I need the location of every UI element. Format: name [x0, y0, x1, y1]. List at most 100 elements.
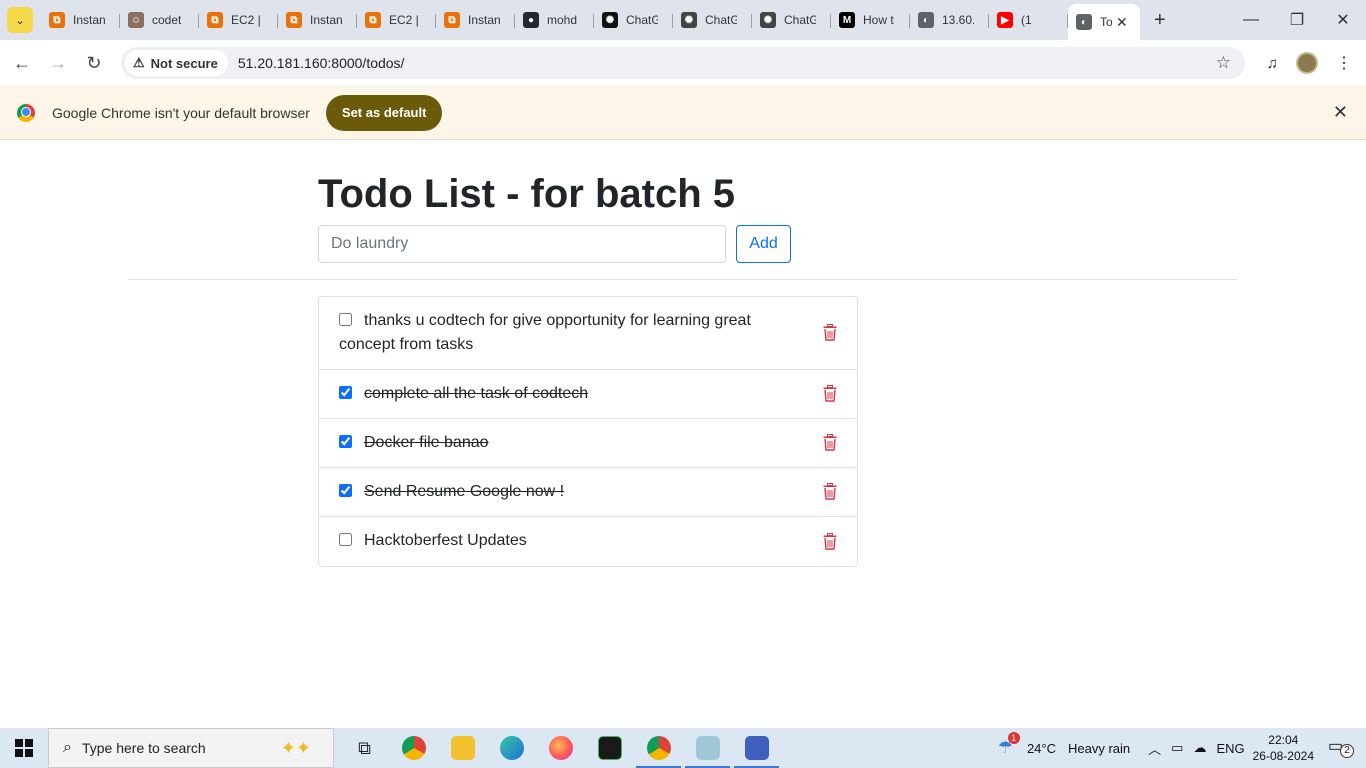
taskbar-chrome[interactable] — [389, 728, 438, 768]
browser-tab[interactable]: ● mohd — [515, 4, 594, 36]
battery-icon[interactable]: ▭ — [1171, 740, 1183, 756]
cloud-icon[interactable]: ☁ — [1193, 740, 1206, 756]
not-secure-label: Not secure — [150, 55, 218, 71]
media-control-icon[interactable]: ♫ — [1267, 55, 1278, 72]
tab-title: mohd — [547, 13, 578, 27]
not-secure-chip[interactable]: ⚠ Not secure — [125, 50, 228, 76]
todo-text: Docker file banao — [364, 434, 489, 451]
new-tab-button[interactable]: + — [1154, 9, 1166, 32]
tab-favicon-icon: ⧉ — [444, 12, 460, 28]
default-browser-infobar: Google Chrome isn't your default browser… — [0, 86, 1366, 140]
browser-tab[interactable]: ⧉ EC2 | — [199, 4, 278, 36]
notifications-button[interactable]: ▭ 2 — [1328, 736, 1354, 760]
taskbar-firefox[interactable] — [536, 728, 585, 768]
tab-favicon-icon: ⧉ — [207, 12, 223, 28]
forward-button[interactable]: → — [40, 53, 76, 74]
weather-badge: 1 — [1007, 732, 1020, 744]
language-indicator[interactable]: ENG — [1216, 741, 1244, 756]
todo-item: thanks u codtech for give opportunity fo… — [319, 297, 857, 370]
weather-widget[interactable]: ☂ 1 24°C Heavy rain — [998, 732, 1131, 758]
taskbar-xii[interactable] — [585, 728, 634, 768]
todo-item: Hacktoberfest Updates — [319, 517, 857, 566]
browser-tab[interactable]: ⧉ Instan — [436, 4, 515, 36]
todo-list: thanks u codtech for give opportunity fo… — [318, 296, 858, 567]
warning-icon: ⚠ — [133, 55, 145, 70]
tab-title: ChatG — [784, 13, 816, 27]
browser-tab[interactable]: ✺ ChatG — [752, 4, 831, 36]
tab-favicon-icon: ● — [523, 12, 539, 28]
rain-cloud-icon: ☂ 1 — [998, 732, 1020, 758]
tab-title: 13.60. — [942, 13, 974, 27]
taskbar-edge[interactable] — [487, 728, 536, 768]
tab-close-icon[interactable]: ✕ — [1116, 14, 1128, 31]
todo-checkbox[interactable] — [339, 435, 352, 448]
tab-favicon-icon: ✺ — [681, 12, 697, 28]
browser-tab[interactable]: ⧉ EC2 | — [357, 4, 436, 36]
taskbar-chrome-active[interactable] — [634, 728, 683, 768]
tab-title: To — [1100, 15, 1112, 29]
task-view-icon: ⧉ — [358, 737, 371, 758]
set-as-default-button[interactable]: Set as default — [325, 94, 443, 131]
browser-tab[interactable]: ▶ (1 — [989, 4, 1068, 36]
task-view-button[interactable]: ⧉ — [340, 728, 389, 768]
taskbar-notes[interactable] — [683, 728, 732, 768]
weather-desc: Heavy rain — [1067, 740, 1131, 756]
back-button[interactable]: ← — [4, 53, 40, 74]
restore-button[interactable]: ❐ — [1274, 0, 1320, 40]
trash-icon[interactable] — [823, 434, 837, 451]
trash-icon[interactable] — [823, 532, 837, 550]
reload-button[interactable]: ↻ — [76, 53, 112, 74]
trash-icon[interactable] — [823, 324, 837, 341]
todo-text: Hacktoberfest Updates — [364, 532, 527, 549]
browser-tab[interactable]: ◐ 13.60. — [910, 4, 989, 36]
todo-checkbox[interactable] — [339, 386, 352, 399]
infobar-close-icon[interactable]: ✕ — [1333, 102, 1348, 123]
tab-title: ChatG — [705, 13, 737, 27]
notes-icon — [695, 736, 720, 760]
clock[interactable]: 22:04 26-08-2024 — [1253, 732, 1314, 764]
browser-tab[interactable]: ⧉ Instan — [41, 4, 120, 36]
add-button[interactable]: Add — [736, 225, 791, 263]
taskbar: ⌕ Type here to search ✦✦ ⧉ ☂ 1 24°C Heavy… — [0, 728, 1366, 768]
tab-favicon-icon: ✺ — [602, 12, 618, 28]
tab-strip: ⌄ ⧉ Instan ☺ codet ⧉ EC2 | ⧉ Instan ⧉ EC2 | ⧉ Insta… — [0, 0, 1366, 40]
active-tab[interactable]: ◐ To ✕ — [1068, 4, 1140, 40]
tab-title: Instan — [310, 13, 342, 27]
tab-favicon-icon: ☺ — [128, 12, 144, 28]
browser-tab[interactable]: ⧉ Instan — [278, 4, 357, 36]
chevron-up-icon[interactable]: ︿ — [1148, 739, 1161, 758]
tab-title: ChatG — [626, 13, 658, 27]
trash-icon[interactable] — [823, 385, 837, 402]
browser-tab[interactable]: ☺ codet — [120, 4, 199, 36]
todo-checkbox[interactable] — [339, 313, 352, 326]
chrome-logo-icon — [17, 103, 35, 122]
start-button[interactable] — [0, 728, 48, 768]
tab-title: codet — [152, 13, 182, 27]
todo-checkbox[interactable] — [339, 533, 352, 546]
browser-toolbar: ← → ↻ ⚠ Not secure 51.20.181.160:8000/to… — [0, 40, 1366, 86]
address-bar[interactable]: ⚠ Not secure 51.20.181.160:8000/todos/ ☆ — [121, 47, 1245, 79]
todo-item: complete all the task of codtech — [319, 370, 857, 419]
todo-checkbox[interactable] — [339, 484, 352, 497]
tab-search-button[interactable]: ⌄ — [7, 7, 33, 33]
taskbar-network-app[interactable] — [732, 728, 781, 768]
toolbar-right: ♫ ⋮ — [1267, 40, 1352, 86]
browser-tab[interactable]: ✺ ChatG — [594, 4, 673, 36]
profile-avatar[interactable] — [1296, 52, 1318, 74]
bookmark-star-icon[interactable]: ☆ — [1216, 53, 1231, 73]
browser-tab[interactable]: M How t — [831, 4, 910, 36]
minimize-button[interactable]: — — [1228, 0, 1274, 40]
menu-kebab-icon[interactable]: ⋮ — [1336, 53, 1352, 73]
tab-favicon-icon: ▶ — [997, 12, 1013, 28]
taskbar-search[interactable]: ⌕ Type here to search ✦✦ — [48, 728, 334, 768]
trash-icon[interactable] — [823, 483, 837, 500]
chrome-profile-icon — [646, 736, 671, 760]
page-title: Todo List - for batch 5 — [318, 172, 736, 216]
todo-input[interactable] — [318, 225, 726, 263]
close-window-button[interactable]: ✕ — [1320, 0, 1366, 40]
tab-title: EC2 | — [231, 13, 261, 27]
clock-time: 22:04 — [1268, 733, 1299, 747]
url-text[interactable]: 51.20.181.160:8000/todos/ — [238, 55, 405, 71]
browser-tab[interactable]: ✺ ChatG — [673, 4, 752, 36]
taskbar-file-explorer[interactable] — [438, 728, 487, 768]
